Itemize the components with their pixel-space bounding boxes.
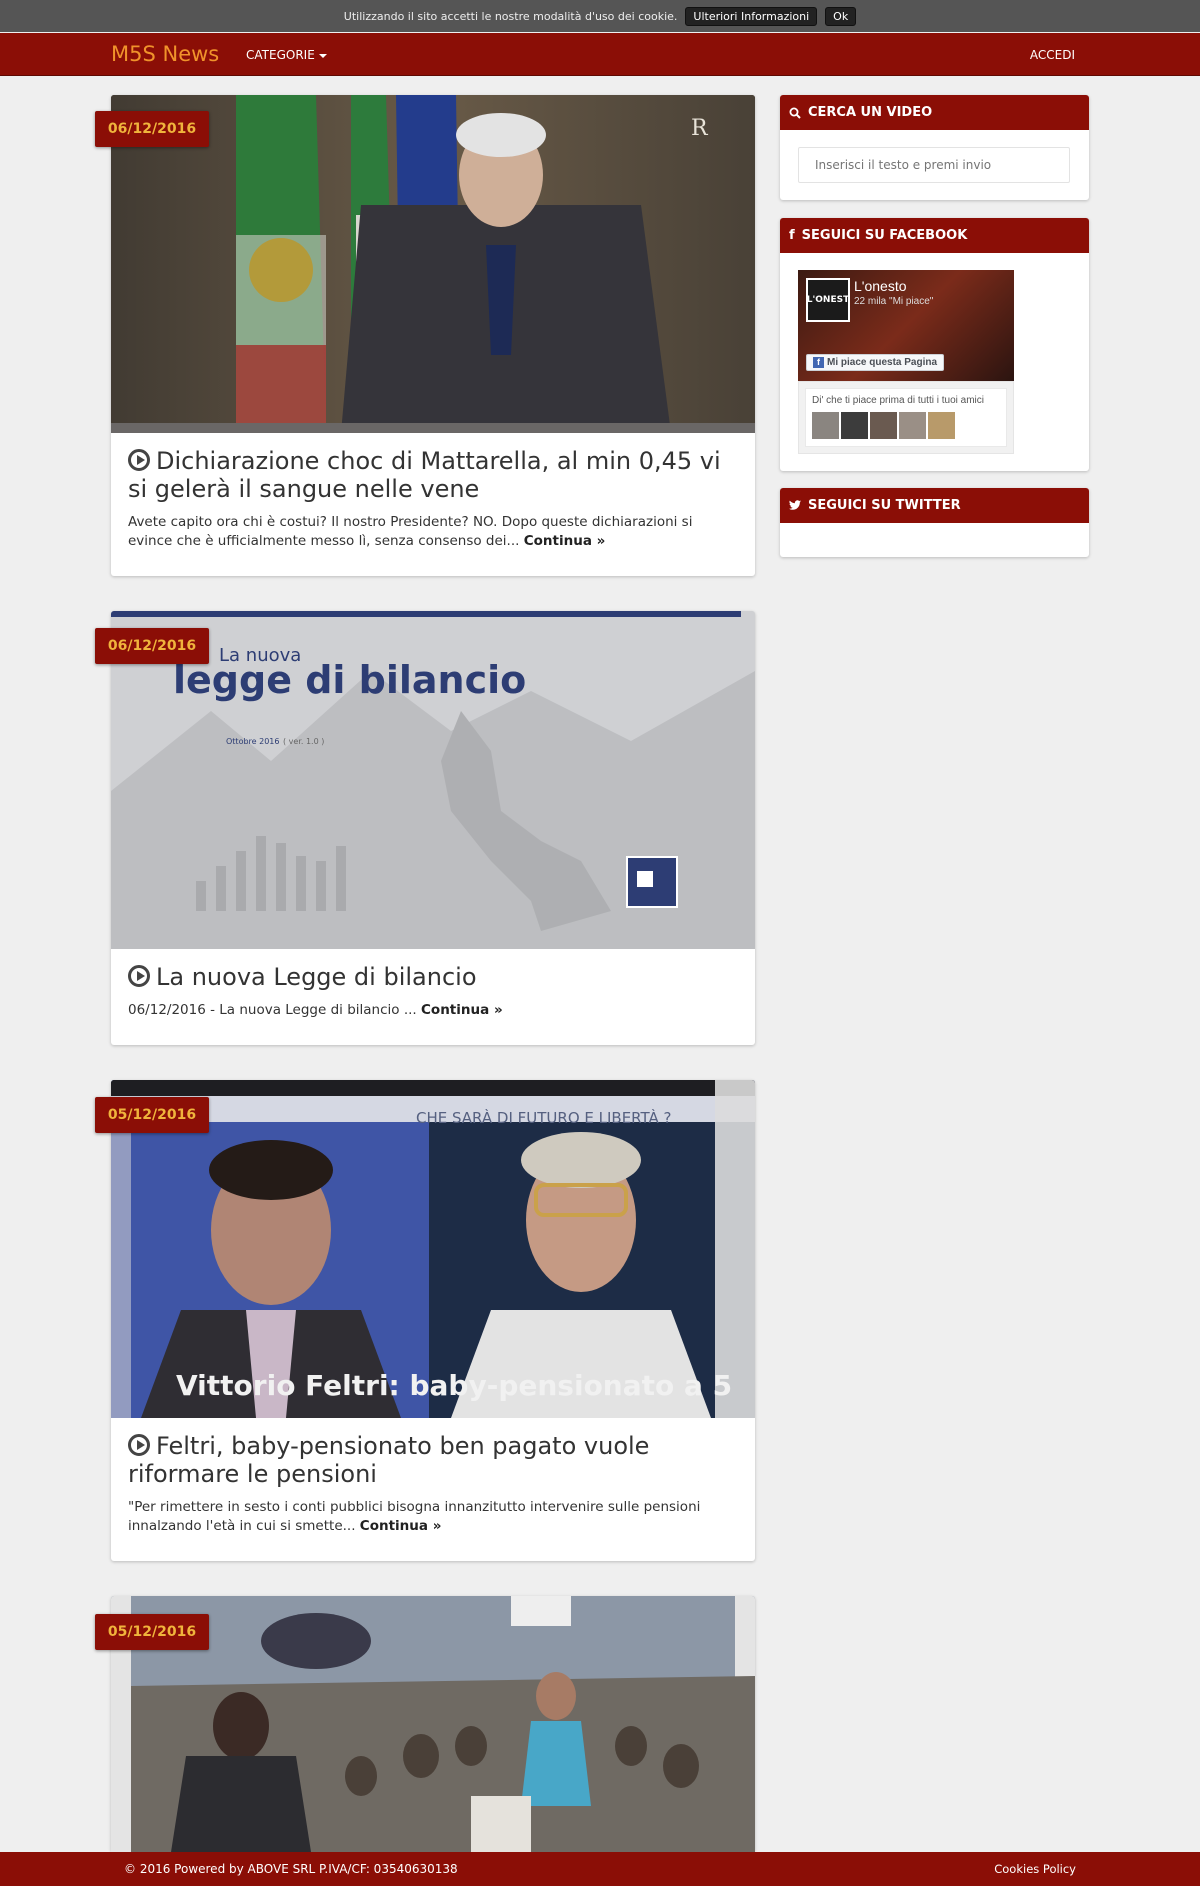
post-card: R Dichiarazione choc di Mattarella, al m…: [111, 95, 755, 576]
like-button-label: Mi piace questa Pagina: [827, 357, 938, 368]
continua-label: Continua: [523, 533, 592, 549]
twitter-icon: [789, 500, 801, 510]
search-widget-header: CERCA UN VIDEO: [780, 95, 1089, 130]
facebook-widget-title: SEGUICI SU FACEBOOK: [801, 228, 968, 243]
post-excerpt: Avete capito ora chi è costui? Il nostro…: [128, 513, 737, 551]
cookie-ok-button[interactable]: Ok: [825, 6, 857, 26]
post-excerpt: 06/12/2016 - La nuova Legge di bilancio …: [128, 1001, 737, 1020]
continua-label: Continua: [359, 1518, 429, 1534]
post-excerpt: "Per rimettere in sesto i conti pubblici…: [128, 1498, 737, 1536]
facebook-like-button[interactable]: f Mi piace questa Pagina: [806, 354, 945, 371]
brand-link[interactable]: M5S News: [111, 42, 219, 66]
thumb-version: ( ver. 1.0 ): [283, 737, 324, 746]
thumb-date: Ottobre 2016: [226, 737, 279, 746]
facebook-widget-header: f SEGUICI SU FACEBOOK: [780, 218, 1089, 253]
logo-text: L'ONEST: [806, 295, 850, 305]
post-title[interactable]: La nuova Legge di bilancio: [128, 963, 737, 991]
categories-dropdown[interactable]: CATEGORIE: [246, 48, 327, 62]
facebook-widget: f SEGUICI SU FACEBOOK L'ONEST L'onesto 2…: [780, 218, 1089, 471]
avatar[interactable]: [841, 412, 868, 439]
play-circle-icon: [128, 1434, 150, 1456]
search-icon: [789, 107, 801, 119]
avatar[interactable]: [812, 412, 839, 439]
facebook-page-logo[interactable]: L'ONEST: [806, 278, 850, 322]
post-title-text: Dichiarazione choc di Mattarella, al min…: [128, 447, 721, 503]
avatar[interactable]: [870, 412, 897, 439]
continua-link[interactable]: Continua »: [524, 533, 606, 549]
play-circle-icon: [128, 449, 150, 471]
post-title[interactable]: Feltri, baby-pensionato ben pagato vuole…: [128, 1432, 737, 1488]
facebook-icon: f: [789, 228, 795, 243]
login-link[interactable]: ACCEDI: [1030, 48, 1075, 62]
caret-down-icon: [318, 53, 327, 58]
double-chevron-right-icon: »: [596, 533, 606, 549]
facebook-cover[interactable]: L'ONEST L'onesto 22 mila "Mi piace" f Mi …: [798, 270, 1014, 381]
facebook-logo-icon: f: [813, 357, 824, 368]
post-title-text: La nuova Legge di bilancio: [156, 963, 477, 991]
thumb-headline: legge di bilancio: [173, 658, 526, 702]
double-chevron-right-icon: »: [432, 1518, 442, 1534]
navbar: M5S News CATEGORIE ACCEDI: [0, 33, 1200, 76]
continua-link[interactable]: Continua »: [360, 1518, 442, 1534]
facebook-friends-text: Di' che ti piace prima di tutti i tuoi a…: [812, 395, 984, 406]
twitter-widget-title: SEGUICI SU TWITTER: [808, 498, 961, 513]
twitter-widget: SEGUICI SU TWITTER: [780, 488, 1089, 557]
post-date-badge: 06/12/2016: [95, 111, 209, 147]
post-date-badge: 05/12/2016: [95, 1097, 209, 1133]
cookies-policy-link[interactable]: Cookies Policy: [994, 1862, 1076, 1876]
thumb-top-text: CHE SARÀ DI FUTURO E LIBERTÀ ?: [416, 1108, 672, 1127]
post-date-badge: 06/12/2016: [95, 628, 209, 664]
avatar[interactable]: [928, 412, 955, 439]
watermark-logo: R: [691, 116, 709, 141]
cookie-bar: Utilizzando il sito accetti le nostre mo…: [0, 0, 1200, 32]
post-date-badge: 05/12/2016: [95, 1614, 209, 1650]
thumb-caption: Vittorio Feltri: baby-pensionato a 5: [176, 1369, 732, 1402]
facebook-page-plugin: L'ONEST L'onesto 22 mila "Mi piace" f Mi …: [798, 270, 1014, 454]
categories-label: CATEGORIE: [246, 48, 315, 62]
friends-avatars: [812, 412, 1000, 439]
double-chevron-right-icon: »: [493, 1002, 503, 1018]
post-excerpt-text: Avete capito ora chi è costui? Il nostro…: [128, 514, 693, 549]
post-title-text: Feltri, baby-pensionato ben pagato vuole…: [128, 1432, 650, 1488]
facebook-likes-count: 22 mila "Mi piace": [854, 296, 934, 307]
post-card: La nuova legge di bilancio Ottobre 2016 …: [111, 611, 755, 1045]
facebook-friends-box: Di' che ti piace prima di tutti i tuoi a…: [798, 381, 1014, 454]
video-search-input[interactable]: [798, 147, 1070, 183]
play-circle-icon: [128, 965, 150, 987]
post-title[interactable]: Dichiarazione choc di Mattarella, al min…: [128, 447, 737, 503]
cookie-text: Utilizzando il sito accetti le nostre mo…: [343, 9, 678, 23]
footer-copyright: © 2016 Powered by ABOVE SRL P.IVA/CF: 03…: [124, 1862, 458, 1876]
twitter-widget-header: SEGUICI SU TWITTER: [780, 488, 1089, 523]
facebook-page-name[interactable]: L'onesto: [854, 278, 907, 294]
avatar[interactable]: [899, 412, 926, 439]
continua-label: Continua: [421, 1002, 490, 1018]
continua-link[interactable]: Continua »: [421, 1002, 503, 1018]
post-excerpt-text: 06/12/2016 - La nuova Legge di bilancio …: [128, 1002, 417, 1018]
footer: © 2016 Powered by ABOVE SRL P.IVA/CF: 03…: [0, 1852, 1200, 1886]
post-card: CHE SARÀ DI FUTURO E LIBERTÀ ? Vittorio …: [111, 1080, 755, 1561]
cookie-more-button[interactable]: Ulteriori Informazioni: [685, 6, 818, 26]
search-widget: CERCA UN VIDEO: [780, 95, 1089, 200]
search-widget-title: CERCA UN VIDEO: [808, 105, 933, 120]
